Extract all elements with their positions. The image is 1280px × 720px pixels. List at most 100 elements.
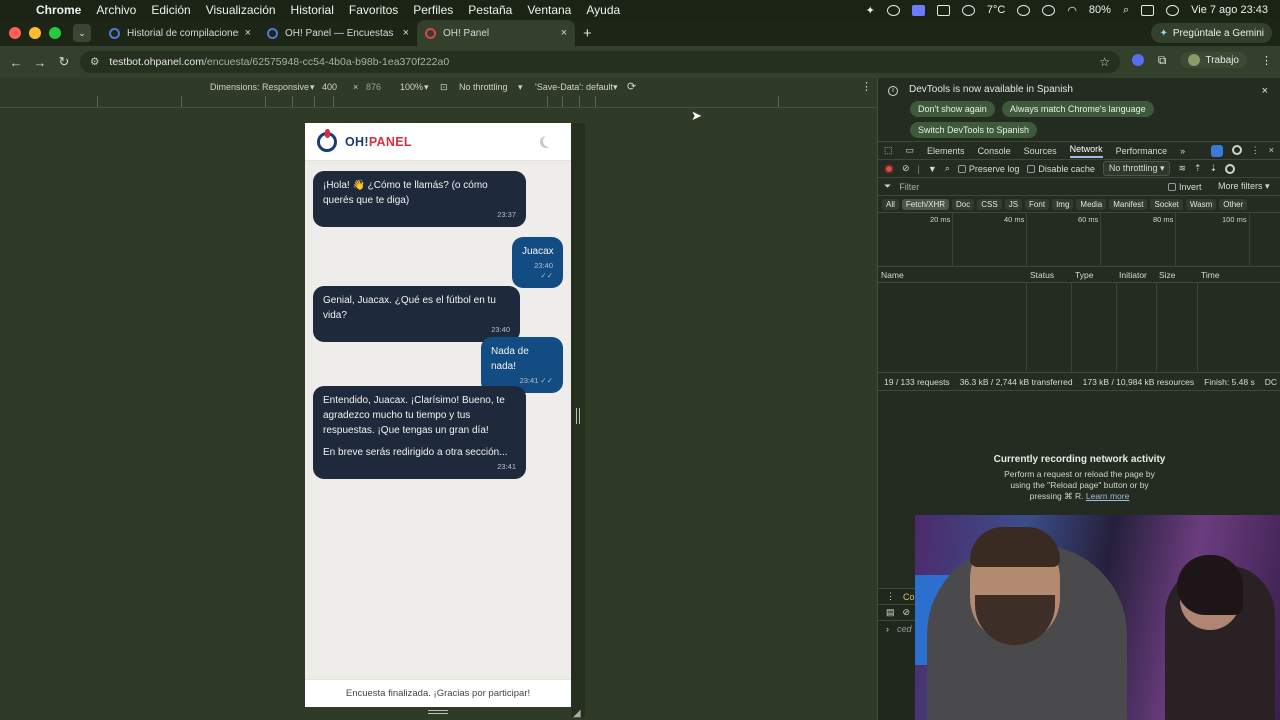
timer-icon[interactable] <box>1042 4 1056 16</box>
chip-img[interactable]: Img <box>1052 198 1074 210</box>
col-type[interactable]: Type <box>1075 270 1093 280</box>
wifi-icon[interactable]: ≋ <box>1178 163 1186 174</box>
learn-more-link[interactable]: Learn more <box>1086 491 1129 501</box>
tab-encuestas[interactable]: OH! Panel — Encuestas × <box>259 20 417 46</box>
clock[interactable]: Vie 7 ago 23:43 <box>1191 4 1268 16</box>
col-initiator[interactable]: Initiator <box>1119 270 1147 280</box>
chip-socket[interactable]: Socket <box>1150 198 1183 210</box>
clear-icon[interactable]: ⊘ <box>902 163 910 174</box>
more-tabs-icon[interactable]: » <box>1180 146 1185 156</box>
more-menu-icon[interactable]: ⋮ <box>1251 145 1260 157</box>
tab-network[interactable]: Network <box>1069 144 1103 158</box>
chip-media[interactable]: Media <box>1076 198 1107 210</box>
screen-mirror-icon[interactable] <box>911 4 925 16</box>
sparkle-icon[interactable]: ✦ <box>866 4 875 17</box>
control-center-icon[interactable] <box>1141 4 1155 16</box>
forward-button[interactable]: → <box>28 55 52 70</box>
close-icon[interactable]: × <box>1262 85 1268 97</box>
invert-checkbox[interactable]: Invert <box>1168 182 1202 192</box>
menu-ventana[interactable]: Ventana <box>527 3 571 17</box>
col-status[interactable]: Status <box>1030 270 1054 280</box>
new-tab-button[interactable]: + <box>583 25 592 42</box>
resize-corner-icon[interactable]: ◢ <box>573 708 581 719</box>
tab-ohpanel[interactable]: OH! Panel × <box>417 20 575 46</box>
chip-all[interactable]: All <box>882 198 899 210</box>
reload-button[interactable]: ↻ <box>52 54 76 70</box>
play-icon[interactable] <box>1017 4 1031 16</box>
close-tab-icon[interactable]: × <box>561 27 567 39</box>
resize-handle-bottom[interactable] <box>428 710 448 714</box>
close-icon[interactable]: × <box>1269 145 1274 157</box>
chip-manifest[interactable]: Manifest <box>1109 198 1148 210</box>
disable-cache-checkbox[interactable]: Disable cache <box>1027 164 1095 174</box>
tab-search-button[interactable]: ⌄ <box>73 24 91 42</box>
more-menu-icon[interactable]: ⋮ <box>1261 54 1272 67</box>
device-mode-select[interactable]: Responsive <box>262 82 309 92</box>
match-language-button[interactable]: Always match Chrome's language <box>1001 101 1154 117</box>
site-info-icon[interactable]: ⚙ <box>90 56 99 68</box>
save-data-select[interactable]: 'Save-Data': default <box>535 82 613 92</box>
close-tab-icon[interactable]: × <box>403 27 409 39</box>
inspect-icon[interactable]: ⬚ <box>884 145 893 156</box>
tab-elements[interactable]: Elements <box>927 146 965 156</box>
sync-icon[interactable] <box>886 4 900 16</box>
dont-show-again-button[interactable]: Don't show again <box>910 101 995 117</box>
filter-input[interactable]: Filter <box>899 182 919 192</box>
user-icon[interactable] <box>1166 4 1180 16</box>
address-bar[interactable]: ⚙ testbot.ohpanel.com/encuesta/62575948-… <box>80 51 1120 73</box>
close-window-button[interactable] <box>9 27 21 39</box>
filter-icon[interactable]: ▼ <box>928 164 937 174</box>
ai-assist-icon[interactable] <box>1210 144 1223 157</box>
bookmark-star-icon[interactable]: ☆ <box>1099 55 1110 69</box>
switch-language-button[interactable]: Switch DevTools to Spanish <box>910 122 1038 138</box>
device-more-icon[interactable]: ⋮ <box>861 80 872 93</box>
col-size[interactable]: Size <box>1159 270 1176 280</box>
download-icon[interactable]: ⇣ <box>1210 163 1218 174</box>
menu-historial[interactable]: Historial <box>291 3 334 17</box>
col-time[interactable]: Time <box>1201 270 1220 280</box>
network-throttling-select[interactable]: No throttling ▾ <box>1102 161 1171 176</box>
sidebar-icon[interactable]: ▤ <box>886 607 895 618</box>
menu-app[interactable]: Chrome <box>36 3 81 17</box>
tab-sources[interactable]: Sources <box>1024 146 1057 156</box>
menu-favoritos[interactable]: Favoritos <box>349 3 398 17</box>
url-text[interactable]: testbot.ohpanel.com/encuesta/62575948-cc… <box>109 56 449 68</box>
chip-font[interactable]: Font <box>1025 198 1050 210</box>
preserve-log-checkbox[interactable]: Preserve log <box>957 164 1019 174</box>
more-filters-select[interactable]: More filters ▾ <box>1218 181 1270 192</box>
back-button[interactable]: ← <box>4 55 28 70</box>
menu-visualizacion[interactable]: Visualización <box>206 3 276 17</box>
device-toggle-icon[interactable]: ▭ <box>906 145 915 156</box>
chip-other[interactable]: Other <box>1219 198 1248 210</box>
menu-pestana[interactable]: Pestaña <box>468 3 512 17</box>
profile-button[interactable]: Trabajo <box>1180 52 1247 68</box>
close-tab-icon[interactable]: × <box>245 27 251 39</box>
drawer-menu-icon[interactable]: ⋮ <box>886 591 895 602</box>
device-frame-icon[interactable]: ⊡ <box>440 82 448 93</box>
record-icon[interactable] <box>884 163 894 174</box>
resize-handle-right[interactable] <box>576 408 580 424</box>
chip-wasm[interactable]: Wasm <box>1185 198 1217 210</box>
gear-icon[interactable] <box>1231 144 1242 155</box>
gemini-button[interactable]: ✦ Pregúntale a Gemini <box>1151 23 1272 43</box>
wifi-icon[interactable]: ◠ <box>1067 4 1077 17</box>
gear-icon[interactable] <box>1225 163 1236 174</box>
throttling-select[interactable]: No throttling <box>459 82 508 92</box>
chip-js[interactable]: JS <box>1004 198 1023 210</box>
chip-css[interactable]: CSS <box>977 198 1002 210</box>
tab-historial[interactable]: Historial de compilaciones – G × <box>101 20 259 46</box>
shield-icon[interactable] <box>936 4 950 16</box>
menu-edicion[interactable]: Edición <box>151 3 190 17</box>
search-icon[interactable]: ⌕ <box>1123 4 1129 17</box>
dark-mode-toggle-icon[interactable] <box>543 135 555 147</box>
zoom-select[interactable]: 100% <box>400 82 423 92</box>
network-overview[interactable]: 20 ms 40 ms 60 ms 80 ms 100 ms <box>878 213 1280 267</box>
menu-perfiles[interactable]: Perfiles <box>413 3 453 17</box>
chip-fetch-xhr[interactable]: Fetch/XHR <box>901 198 950 210</box>
height-input[interactable]: 876 <box>366 82 381 92</box>
width-input[interactable]: 400 <box>322 82 337 92</box>
clear-icon[interactable]: ⊘ <box>903 607 911 618</box>
rotate-icon[interactable]: ⟳ <box>627 80 636 93</box>
weather-label[interactable]: 7°C <box>987 4 1005 16</box>
upload-icon[interactable]: ⇡ <box>1194 163 1202 174</box>
